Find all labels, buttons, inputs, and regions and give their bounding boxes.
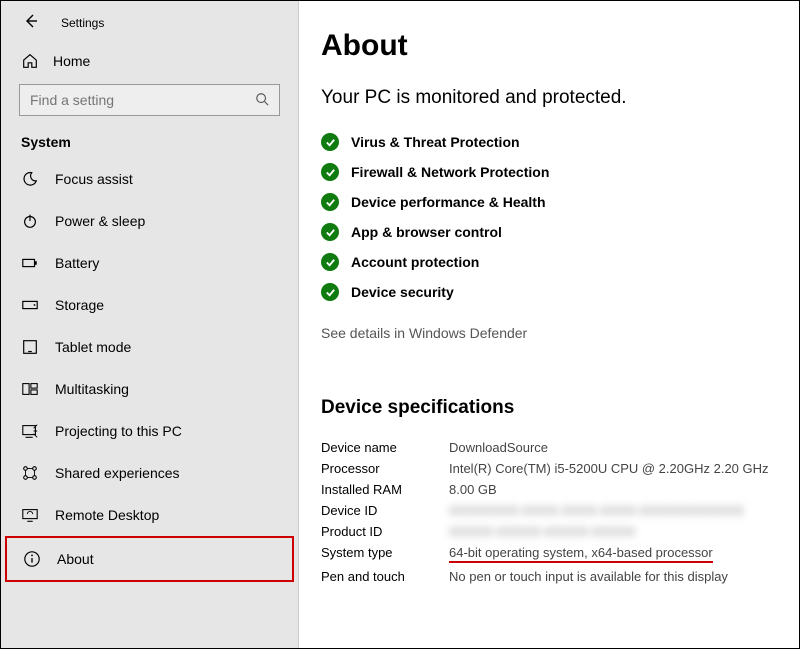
spec-label: Processor [321,461,449,476]
spec-row-processor: Processor Intel(R) Core(TM) i5-5200U CPU… [321,458,785,479]
protection-label: App & browser control [351,224,502,240]
spec-label: Pen and touch [321,569,449,584]
sidebar: Settings Home System Focus assist Power … [1,1,298,648]
sidebar-item-label: Storage [55,297,104,313]
sidebar-item-label: Remote Desktop [55,507,159,523]
page-title: About [321,29,785,63]
spec-label: Installed RAM [321,482,449,497]
home-icon [21,52,39,70]
protection-label: Device security [351,284,454,300]
sidebar-item-label: Shared experiences [55,465,180,481]
check-icon [321,223,339,241]
home-nav[interactable]: Home [1,42,298,84]
sidebar-item-storage[interactable]: Storage [1,284,298,326]
sidebar-item-power-sleep[interactable]: Power & sleep [1,200,298,242]
spec-label: Device ID [321,503,449,518]
protection-label: Device performance & Health [351,194,546,210]
info-icon [23,550,41,568]
spec-value: 64-bit operating system, x64-based proce… [449,545,785,563]
protection-list: Virus & Threat Protection Firewall & Net… [321,127,785,307]
spec-value: Intel(R) Core(TM) i5-5200U CPU @ 2.20GHz… [449,461,785,476]
spec-value-redacted: XXXXX-XXXXX-XXXXX-XXXXX [449,524,785,539]
protection-item: App & browser control [321,217,785,247]
home-label: Home [53,53,90,69]
protection-label: Account protection [351,254,479,270]
check-icon [321,283,339,301]
sidebar-section-title: System [1,134,298,158]
sidebar-item-tablet-mode[interactable]: Tablet mode [1,326,298,368]
check-icon [321,133,339,151]
protection-item: Device security [321,277,785,307]
search-icon [255,92,269,109]
protection-label: Firewall & Network Protection [351,164,549,180]
sidebar-item-shared-experiences[interactable]: Shared experiences [1,452,298,494]
check-icon [321,253,339,271]
spec-row-ram: Installed RAM 8.00 GB [321,479,785,500]
sidebar-item-label: Battery [55,255,99,271]
back-button[interactable] [23,13,39,32]
protection-label: Virus & Threat Protection [351,134,520,150]
system-type-highlight: 64-bit operating system, x64-based proce… [449,545,713,563]
protection-subtitle: Your PC is monitored and protected. [321,87,785,109]
spec-row-product-id: Product ID XXXXX-XXXXX-XXXXX-XXXXX [321,521,785,542]
power-icon [21,212,39,230]
protection-item: Device performance & Health [321,187,785,217]
storage-icon [21,296,39,314]
spec-value-redacted: XXXXXXXX-XXXX-XXXX-XXXX-XXXXXXXXXXXX [449,503,785,518]
sidebar-item-label: Power & sleep [55,213,145,229]
check-icon [321,163,339,181]
device-specifications: Device name DownloadSource Processor Int… [321,437,785,587]
spec-row-device-name: Device name DownloadSource [321,437,785,458]
sidebar-item-label: Projecting to this PC [55,423,182,439]
defender-link[interactable]: See details in Windows Defender [321,325,527,341]
remote-icon [21,506,39,524]
sidebar-item-label: Focus assist [55,171,133,187]
sidebar-item-remote-desktop[interactable]: Remote Desktop [1,494,298,536]
spec-row-device-id: Device ID XXXXXXXX-XXXX-XXXX-XXXX-XXXXXX… [321,500,785,521]
protection-item: Virus & Threat Protection [321,127,785,157]
main-content: About Your PC is monitored and protected… [298,1,799,648]
spec-value: DownloadSource [449,440,785,455]
sidebar-nav: Focus assist Power & sleep Battery Stora… [1,158,298,582]
sidebar-item-projecting[interactable]: Projecting to this PC [1,410,298,452]
protection-item: Account protection [321,247,785,277]
sidebar-item-about[interactable]: About [5,536,294,582]
multitask-icon [21,380,39,398]
sidebar-item-focus-assist[interactable]: Focus assist [1,158,298,200]
sidebar-item-multitasking[interactable]: Multitasking [1,368,298,410]
search-input[interactable] [30,92,255,108]
spec-label: Device name [321,440,449,455]
spec-label: Product ID [321,524,449,539]
spec-row-system-type: System type 64-bit operating system, x64… [321,542,785,566]
spec-value: 8.00 GB [449,482,785,497]
spec-value: No pen or touch input is available for t… [449,569,785,584]
spec-label: System type [321,545,449,563]
moon-icon [21,170,39,188]
spec-row-pen-touch: Pen and touch No pen or touch input is a… [321,566,785,587]
check-icon [321,193,339,211]
project-icon [21,422,39,440]
spec-heading: Device specifications [321,397,785,419]
sidebar-item-label: Tablet mode [55,339,131,355]
shared-icon [21,464,39,482]
sidebar-item-label: Multitasking [55,381,129,397]
battery-icon [21,254,39,272]
tablet-icon [21,338,39,356]
search-box[interactable] [19,84,280,116]
protection-item: Firewall & Network Protection [321,157,785,187]
settings-title: Settings [61,16,104,30]
sidebar-item-battery[interactable]: Battery [1,242,298,284]
sidebar-item-label: About [57,551,94,567]
